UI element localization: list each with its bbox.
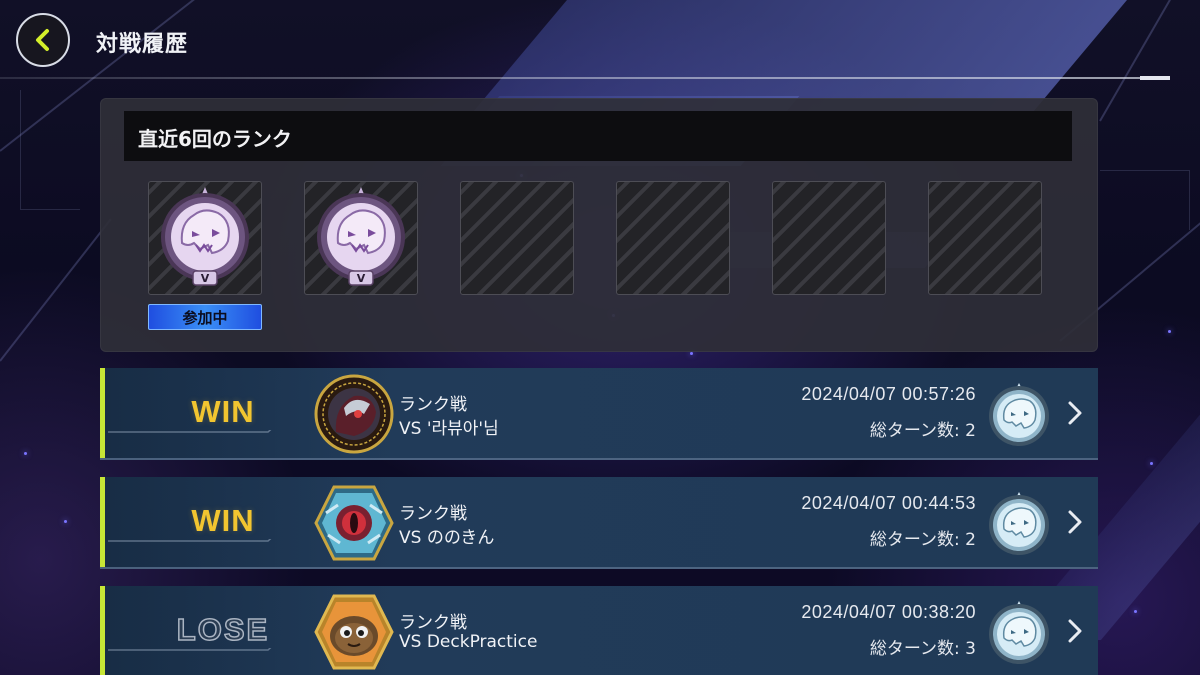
silver-rank-icon: [989, 492, 1049, 555]
row-accent-bar: [100, 368, 105, 458]
chevron-right-icon: [1068, 619, 1082, 643]
svg-text:V: V: [357, 272, 366, 285]
duel-opponent: VS '라뷰아'님: [399, 419, 499, 439]
rank-slot-2: V: [304, 181, 418, 295]
chevron-right-icon: [1068, 510, 1082, 534]
duel-datetime: 2024/04/07 00:57:26: [801, 384, 976, 404]
duel-total-turns: 総ターン数: 3: [869, 639, 976, 659]
rank-slot-6-empty: [928, 181, 1042, 295]
duel-opponent: VS ののきん: [399, 528, 495, 548]
row-accent-bar: [100, 586, 105, 675]
back-button[interactable]: [16, 13, 70, 67]
silver-rank-icon: [989, 601, 1049, 664]
crystal-hexagon-icon: [314, 485, 394, 561]
rank-slot-4-empty: [616, 181, 730, 295]
duel-mode: ランク戦: [399, 504, 467, 524]
recent-rank-title: 直近6回のランク: [138, 127, 292, 151]
header-divider: [0, 77, 1170, 79]
duel-history-row-2[interactable]: WIN ランク戦 VS ののきん 2024/04/07 00:44:53 総ター…: [100, 477, 1098, 569]
duel-datetime: 2024/04/07 00:44:53: [801, 493, 976, 513]
rank-slot-3-empty: [460, 181, 574, 295]
duel-total-turns: 総ターン数: 2: [869, 530, 976, 550]
rank-slot-1: V: [148, 181, 262, 295]
row-connector-line: [108, 430, 272, 433]
page-title: 対戦履歴: [96, 32, 189, 57]
recent-rank-panel: 直近6回のランク V V 参加中: [100, 98, 1098, 352]
recent-rank-header: 直近6回のランク: [124, 111, 1072, 161]
row-connector-line: [108, 539, 272, 542]
kuriboh-hexagon-icon: [314, 594, 394, 670]
silver-rank-icon: [989, 383, 1049, 446]
duel-mode: ランク戦: [399, 613, 467, 633]
duel-history-row-3[interactable]: LOSE ランク戦 VS DeckPractice 2024/04/07 00:…: [100, 586, 1098, 675]
duel-result: WIN: [191, 394, 255, 429]
duel-mode: ランク戦: [399, 395, 467, 415]
duel-result: WIN: [191, 503, 255, 538]
duel-history-row-1[interactable]: WIN ランク戦 VS '라뷰아'님 2024/04/07 00:57:26 総…: [100, 368, 1098, 460]
row-accent-bar: [100, 477, 105, 567]
duel-datetime: 2024/04/07 00:38:20: [801, 602, 976, 622]
svg-text:V: V: [201, 272, 210, 285]
header-divider-marker: [1140, 76, 1170, 80]
white-wolf-rank-icon: V: [161, 187, 249, 286]
chevron-right-icon: [1068, 401, 1082, 425]
row-connector-line: [108, 648, 272, 651]
rank-slot-5-empty: [772, 181, 886, 295]
duel-result: LOSE: [176, 611, 270, 648]
white-wolf-rank-icon: V: [317, 187, 405, 286]
duel-opponent: VS DeckPractice: [399, 632, 538, 652]
duel-total-turns: 総ターン数: 2: [869, 421, 976, 441]
dark-magic-circle-icon: [314, 374, 394, 454]
participating-badge: 参加中: [148, 304, 262, 330]
chevron-left-icon: [36, 29, 49, 51]
